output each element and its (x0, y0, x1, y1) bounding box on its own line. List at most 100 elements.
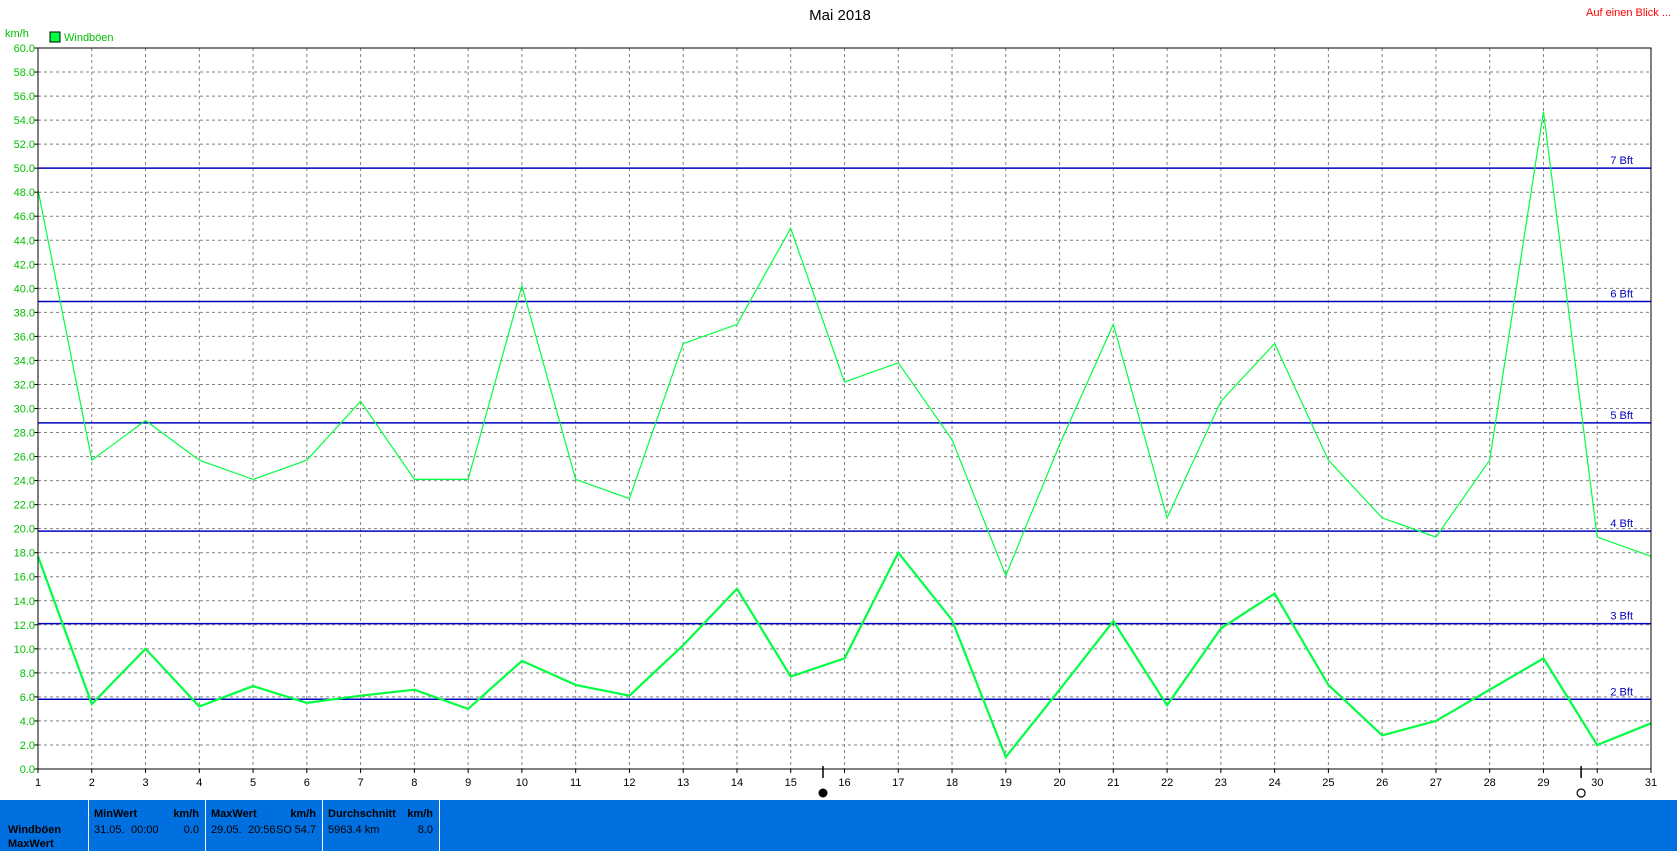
avg-value: 8.0 (417, 824, 433, 836)
x-tick-label: 15 (785, 777, 797, 789)
y-tick-label: 52.0 (14, 139, 35, 151)
min-date: 31.05. (94, 824, 125, 836)
legend-swatch (49, 31, 61, 43)
max-unit: km/h (290, 808, 316, 820)
x-tick-label: 8 (411, 777, 417, 789)
x-tick-label: 9 (465, 777, 471, 789)
y-tick-label: 10.0 (14, 644, 35, 656)
beaufort-label: 6 Bft (1610, 289, 1633, 301)
grid (37, 47, 1652, 770)
avg-header: Durchschnitt (328, 808, 396, 820)
x-tick-label: 13 (677, 777, 689, 789)
x-tick-label: 30 (1591, 777, 1603, 789)
y-tick-label: 30.0 (14, 404, 35, 416)
beaufort-label: 4 Bft (1610, 518, 1633, 530)
y-tick-label: 54.0 (14, 115, 35, 127)
x-tick-label: 5 (250, 777, 256, 789)
y-tick-label: 46.0 (14, 211, 35, 223)
avg-unit: km/h (407, 808, 433, 820)
x-tick-label: 2 (89, 777, 95, 789)
max-date: 29.05. (211, 824, 242, 836)
x-tick-label: 11 (570, 777, 581, 789)
y-tick-label: 32.0 (14, 379, 35, 391)
x-tick-label: 17 (892, 777, 904, 789)
y-tick-label: 40.0 (14, 283, 35, 295)
y-tick-label: 14.0 (14, 596, 35, 608)
y-tick-label: 16.0 (14, 572, 35, 584)
x-tick-label: 3 (142, 777, 148, 789)
y-tick-label: 26.0 (14, 452, 35, 464)
x-tick-label: 16 (838, 777, 850, 789)
wind-gust-chart: Mai 2018 Auf einen Blick ... km/h Windbö… (5, 7, 1671, 798)
y-tick-label: 6.0 (20, 692, 35, 704)
y-tick-label: 0.0 (20, 764, 35, 776)
new-moon-icon (1576, 788, 1586, 798)
avg-distance: 5963.4 km (328, 824, 380, 836)
y-tick-label: 44.0 (14, 235, 35, 247)
y-tick-label: 18.0 (14, 548, 35, 560)
x-tick-label: 6 (304, 777, 310, 789)
y-tick-label: 28.0 (14, 428, 35, 440)
footer-max-cell: MaxWert km/h 29.05. 20:56 SO 54.7 (206, 800, 323, 851)
footer-row-label: Windböen (8, 824, 62, 836)
x-tick-label: 31 (1645, 777, 1657, 789)
x-tick-label: 29 (1537, 777, 1549, 789)
x-tick-label: 19 (1000, 777, 1012, 789)
x-tick-label: 10 (516, 777, 528, 789)
max-time: 20:56 (248, 824, 276, 836)
y-tick-label: 42.0 (14, 259, 35, 271)
min-time: 00:00 (131, 824, 159, 836)
y-tick-label: 56.0 (14, 91, 35, 103)
max-header: MaxWert (211, 808, 257, 820)
footer-min-cell: MinWert km/h 31.05. 00:00 0.0 (89, 800, 206, 851)
max-direction: SO (276, 824, 292, 836)
x-tick-label: 22 (1161, 777, 1173, 789)
min-unit: km/h (173, 808, 199, 820)
x-tick-label: 24 (1269, 777, 1281, 789)
x-tick-label: 20 (1053, 777, 1065, 789)
stats-footer: Windböen MaxWert MinWert km/h 31.05. 00:… (0, 800, 1677, 851)
x-tick-label: 18 (946, 777, 958, 789)
y-tick-label: 20.0 (14, 524, 35, 536)
x-tick-label: 26 (1376, 777, 1388, 789)
beaufort-label: 2 Bft (1610, 686, 1633, 698)
y-tick-label: 4.0 (20, 716, 35, 728)
x-tick-label: 27 (1430, 777, 1442, 789)
max-value: 54.7 (294, 824, 316, 836)
x-tick-label: 7 (358, 777, 364, 789)
x-tick-label: 23 (1215, 777, 1227, 789)
x-tick-label: 4 (196, 777, 202, 789)
x-tick-label: 12 (623, 777, 635, 789)
footer-avg-cell: Durchschnitt km/h 5963.4 km 8.0 (323, 800, 440, 851)
y-tick-label: 8.0 (20, 668, 35, 680)
moon-phases (818, 766, 1586, 798)
full-moon-icon (818, 788, 828, 798)
x-tick-label: 28 (1484, 777, 1496, 789)
y-tick-label: 50.0 (14, 163, 35, 175)
beaufort-label: 3 Bft (1610, 611, 1633, 623)
y-tick-label: 60.0 (14, 43, 35, 55)
beaufort-label: 7 Bft (1610, 155, 1633, 167)
y-tick-label: 2.0 (20, 740, 35, 752)
y-tick-label: 22.0 (14, 500, 35, 512)
x-tick-label: 21 (1107, 777, 1119, 789)
y-axis-unit: km/h (5, 28, 29, 40)
y-tick-label: 48.0 (14, 187, 35, 199)
y-tick-label: 58.0 (14, 67, 35, 79)
x-tick-label: 1 (35, 777, 41, 789)
beaufort-label: 5 Bft (1610, 410, 1633, 422)
x-tick-label: 14 (731, 777, 743, 789)
y-tick-label: 12.0 (14, 620, 35, 632)
y-tick-label: 36.0 (14, 331, 35, 343)
y-tick-label: 24.0 (14, 476, 35, 488)
min-header: MinWert (94, 808, 138, 820)
min-value: 0.0 (183, 824, 199, 836)
legend-label: Windböen (64, 32, 114, 44)
y-tick-label: 34.0 (14, 355, 35, 367)
y-tick-label: 38.0 (14, 307, 35, 319)
x-tick-label: 25 (1322, 777, 1334, 789)
footer-label-cell: Windböen MaxWert (0, 800, 89, 851)
overview-link[interactable]: Auf einen Blick ... (1586, 7, 1671, 19)
chart-title: Mai 2018 (809, 7, 871, 24)
footer-row-label-2: MaxWert (8, 838, 54, 850)
